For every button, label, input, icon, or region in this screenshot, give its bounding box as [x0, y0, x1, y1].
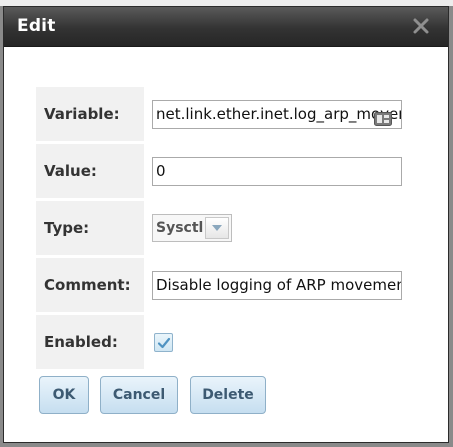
type-select[interactable]: Sysctl: [152, 214, 232, 242]
edit-dialog: Edit Variable: net.link.ether.inet.log_a…: [3, 6, 449, 443]
close-icon[interactable]: [412, 17, 430, 35]
enabled-field-cell: [147, 315, 409, 369]
comment-label: Comment:: [36, 258, 144, 312]
delete-button[interactable]: Delete: [190, 376, 266, 414]
form-row-value: Value: 0: [36, 144, 406, 198]
comment-input-value: Disable logging of ARP movements: [156, 276, 402, 294]
type-select-value: Sysctl: [156, 220, 204, 236]
form-row-enabled: Enabled:: [36, 315, 406, 369]
dialog-titlebar[interactable]: Edit: [4, 7, 448, 47]
dialog-content: Variable: net.link.ether.inet.log_arp_mo…: [4, 47, 448, 442]
ok-button[interactable]: OK: [39, 376, 89, 414]
enabled-label: Enabled:: [36, 315, 144, 369]
type-field-cell: Sysctl: [147, 201, 409, 255]
dialog-title: Edit: [17, 16, 56, 36]
variable-label: Variable:: [36, 87, 144, 141]
variable-input[interactable]: net.link.ether.inet.log_arp_movements: [152, 100, 402, 129]
password-manager-icon[interactable]: [374, 108, 392, 126]
dialog-button-bar: OK Cancel Delete: [4, 376, 448, 416]
form-row-comment: Comment: Disable logging of ARP movement…: [36, 258, 406, 312]
value-input[interactable]: 0: [152, 157, 402, 186]
form-row-variable: Variable: net.link.ether.inet.log_arp_mo…: [36, 87, 406, 141]
variable-input-value: net.link.ether.inet.log_arp_movements: [156, 105, 401, 123]
type-select-dropdown-button[interactable]: [205, 217, 229, 239]
form-row-type: Type: Sysctl: [36, 201, 406, 255]
comment-field-cell: Disable logging of ARP movements: [147, 258, 409, 312]
enabled-checkbox[interactable]: [154, 333, 173, 352]
type-label: Type:: [36, 201, 144, 255]
value-field-cell: 0: [147, 144, 409, 198]
value-label: Value:: [36, 144, 144, 198]
comment-input[interactable]: Disable logging of ARP movements: [152, 271, 402, 300]
cancel-button[interactable]: Cancel: [100, 376, 178, 414]
variable-field-cell: net.link.ether.inet.log_arp_movements: [147, 87, 409, 141]
value-input-value: 0: [156, 162, 166, 180]
